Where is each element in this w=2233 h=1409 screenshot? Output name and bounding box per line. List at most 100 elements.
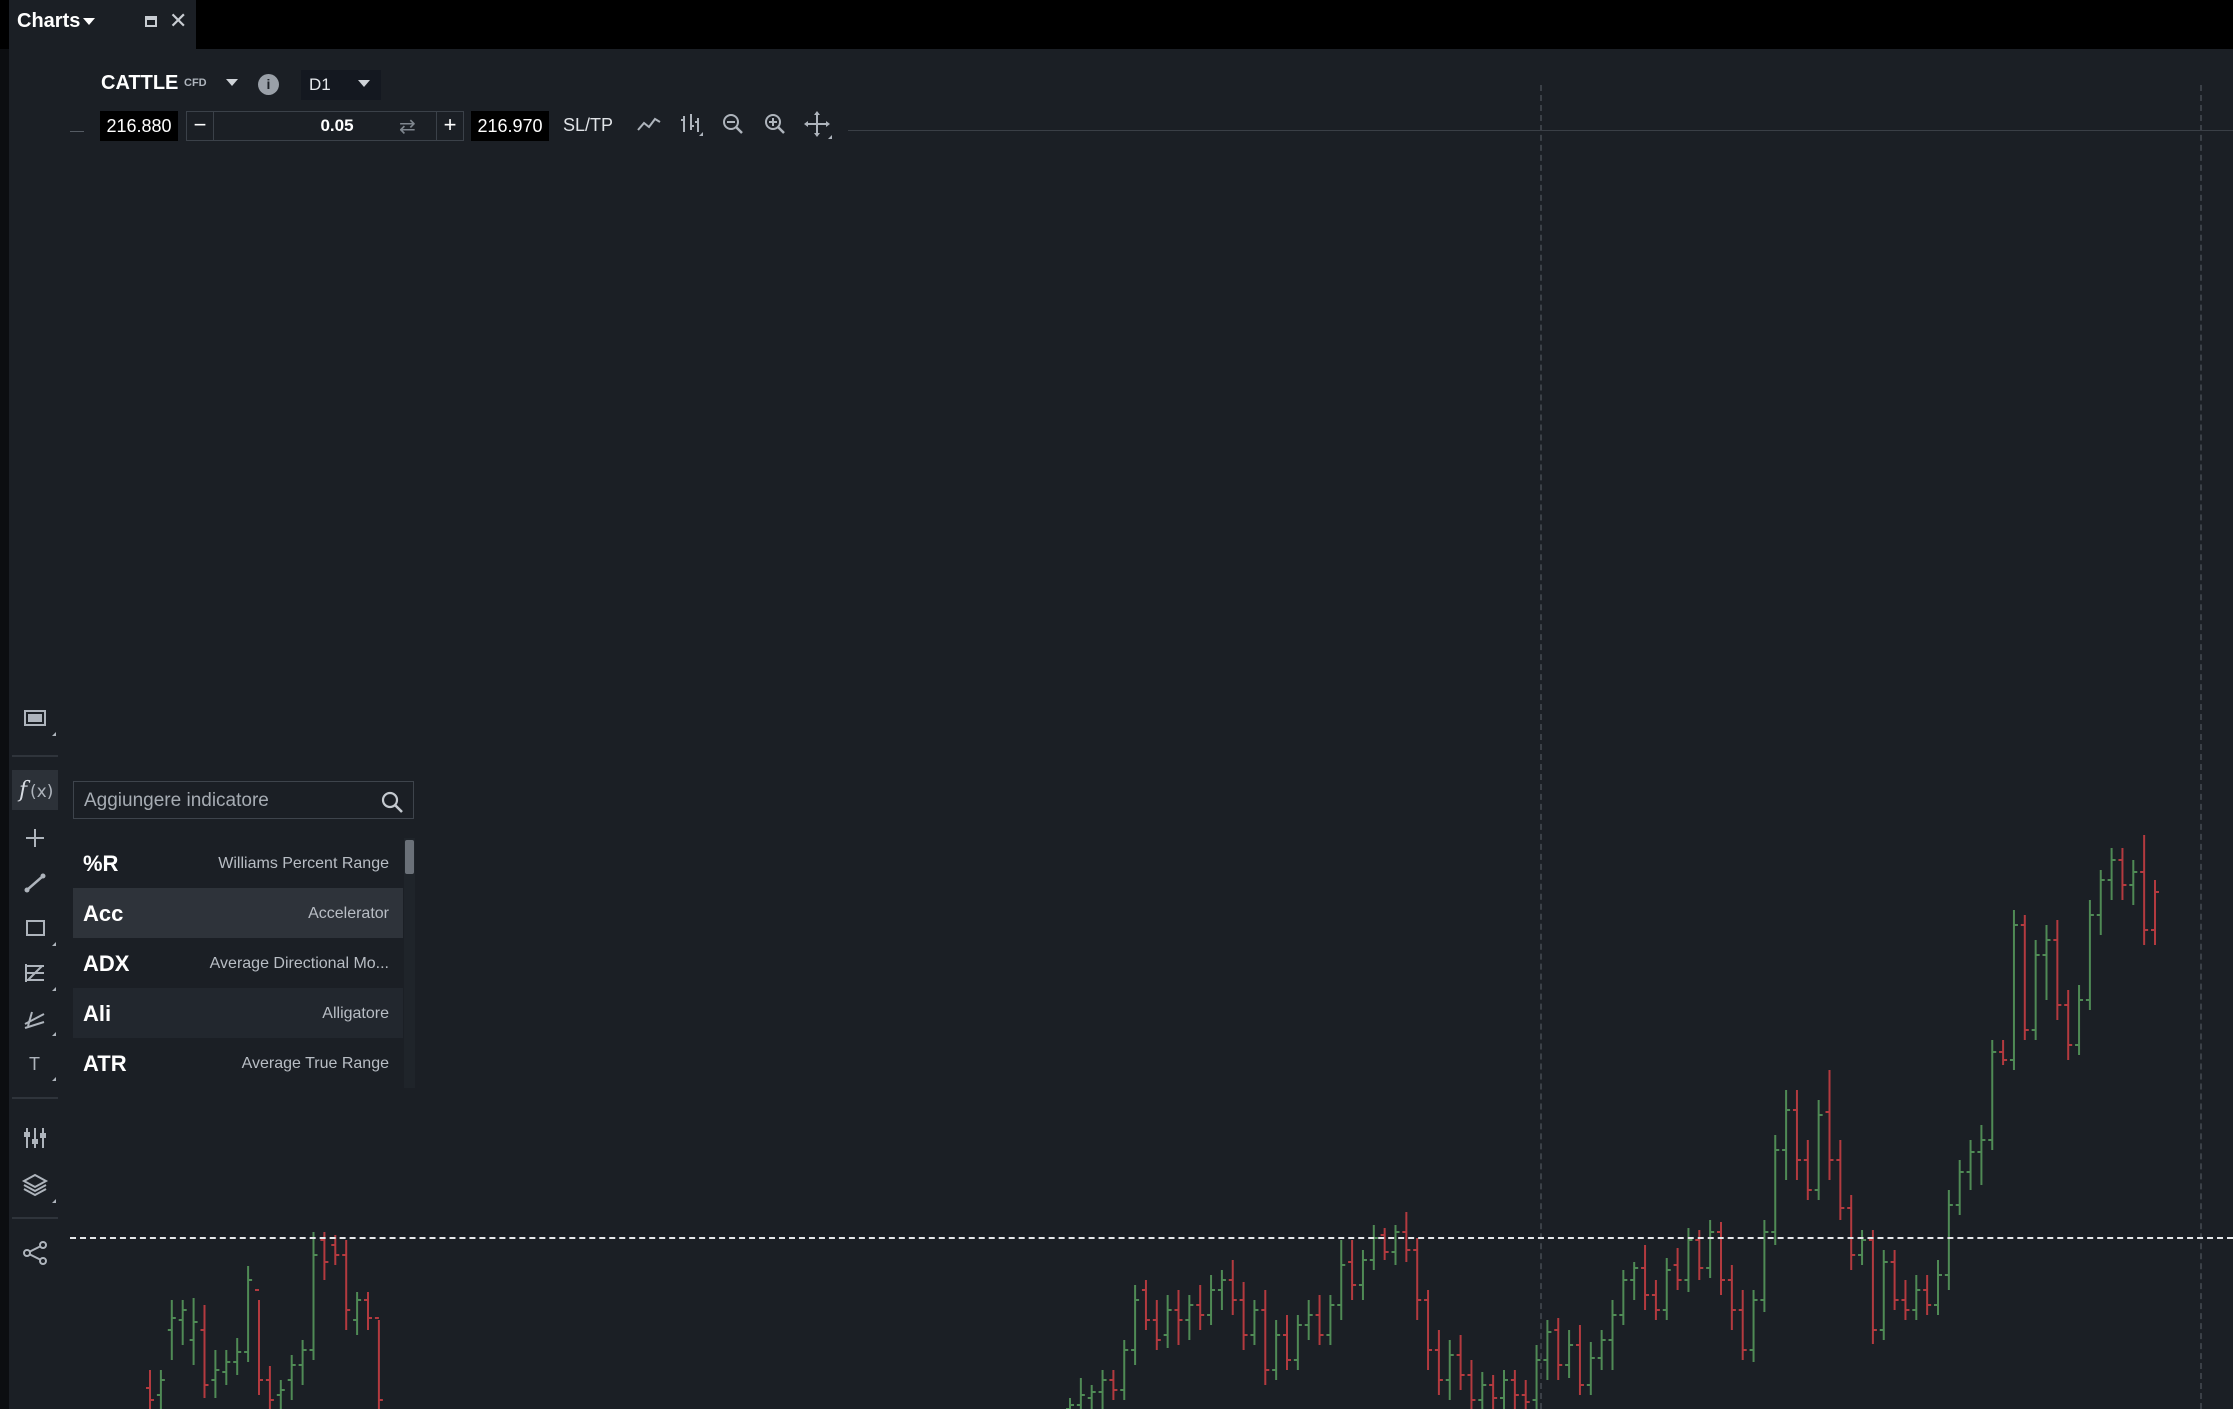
- layers-icon[interactable]: [12, 1165, 58, 1205]
- ohlc-bar: [1782, 1090, 1791, 1180]
- ohlc-bar: [1803, 1140, 1812, 1200]
- ohlc-bar: [2118, 848, 2127, 900]
- ohlc-bar: [1315, 1295, 1324, 1345]
- ohlc-bar: [1098, 1370, 1107, 1409]
- ohlc-bar: [1109, 1370, 1118, 1400]
- scrollbar-thumb[interactable]: [405, 840, 414, 874]
- screen-icon[interactable]: [12, 698, 58, 738]
- ohlc-bar: [1185, 1295, 1194, 1340]
- ohlc-bar: [167, 1300, 176, 1360]
- indicator-name: Alligatore: [322, 1005, 389, 1022]
- indicator-item[interactable]: Acc Accelerator: [73, 888, 403, 938]
- search-icon[interactable]: [379, 789, 405, 815]
- ohlc-bar: [1673, 1248, 1682, 1290]
- instrument-dropdown-chevron-down-icon[interactable]: [226, 79, 238, 86]
- line-chart-icon[interactable]: [633, 108, 665, 140]
- sell-price-button[interactable]: 216.880: [100, 111, 178, 141]
- info-icon[interactable]: i: [258, 74, 279, 95]
- ohlc-bar: [1999, 1040, 2008, 1065]
- sltp-button[interactable]: SL/TP: [563, 115, 613, 136]
- timeframe-chevron-down-icon[interactable]: [358, 80, 370, 87]
- indicator-name: Williams Percent Range: [218, 855, 389, 872]
- ohlc-bar: [2042, 925, 2051, 1000]
- timeframe-value: D1: [309, 75, 331, 94]
- ohlc-bar: [1901, 1280, 1910, 1320]
- price-chart[interactable]: [0, 0, 2233, 1409]
- ohlc-bar: [1087, 1385, 1096, 1409]
- rectangle-icon[interactable]: [12, 908, 58, 948]
- indicator-code: Acc: [83, 901, 124, 926]
- ohlc-bar: [342, 1240, 351, 1330]
- ohlc-bar: [1944, 1190, 1953, 1290]
- ohlc-bar: [1706, 1220, 1715, 1278]
- ohlc-bar: [1120, 1340, 1129, 1400]
- ohlc-bar: [1760, 1220, 1769, 1312]
- ohlc-bar: [2096, 870, 2105, 935]
- indicator-scrollbar[interactable]: [404, 838, 415, 1088]
- ohlc-bar: [1923, 1275, 1932, 1315]
- ohlc-bar: [1717, 1222, 1725, 1295]
- fibonacci-icon[interactable]: [12, 953, 58, 993]
- share-icon[interactable]: [12, 1233, 58, 1273]
- indicators-settings-icon[interactable]: [12, 1118, 58, 1158]
- ohlc-bar: [2009, 910, 2018, 1070]
- ohlc-bar: [1749, 1290, 1758, 1362]
- ohlc-bar: [1207, 1275, 1216, 1325]
- zoom-in-icon[interactable]: [759, 108, 791, 140]
- ohlc-bar: [1261, 1290, 1270, 1385]
- svg-text:T: T: [29, 1054, 40, 1074]
- lot-size-value[interactable]: 0.05: [277, 116, 397, 136]
- crosshair-move-icon[interactable]: [801, 108, 833, 140]
- channel-icon[interactable]: [12, 998, 58, 1038]
- line-draw-icon[interactable]: [12, 863, 58, 903]
- ohlc-bar: [1858, 1230, 1867, 1265]
- indicator-item[interactable]: Ali Alligatore: [73, 988, 403, 1038]
- bar-chart-icon[interactable]: [675, 108, 707, 140]
- ohlc-bar: [255, 1289, 263, 1395]
- increase-lot-button[interactable]: +: [436, 112, 463, 140]
- ohlc-bar: [1131, 1285, 1140, 1365]
- ohlc-bar: [2053, 920, 2062, 1020]
- decrease-lot-button[interactable]: −: [187, 112, 214, 140]
- instrument-type: CFD: [184, 77, 207, 89]
- ohlc-bar: [298, 1340, 307, 1385]
- ohlc-bar: [1174, 1290, 1183, 1345]
- ohlc-bar: [2020, 915, 2029, 1040]
- ohlc-bar: [1934, 1260, 1942, 1315]
- text-icon[interactable]: T: [12, 1043, 58, 1083]
- indicator-item[interactable]: ADX Average Directional Mo...: [73, 938, 403, 988]
- indicator-search[interactable]: [73, 781, 414, 819]
- ohlc-bar: [1467, 1360, 1476, 1409]
- ohlc-bar: [1575, 1325, 1584, 1395]
- swap-icon[interactable]: ⇄: [399, 114, 416, 139]
- zoom-out-icon[interactable]: [717, 108, 749, 140]
- fx-icon[interactable]: f (x): [12, 770, 58, 810]
- ohlc-bar: [364, 1292, 372, 1330]
- ohlc-bar: [1489, 1375, 1498, 1409]
- indicator-item[interactable]: %R Williams Percent Range: [73, 838, 403, 888]
- crosshair-icon[interactable]: [12, 818, 58, 858]
- ohlc-bar: [1358, 1250, 1367, 1300]
- ohlc-bar: [1304, 1300, 1313, 1340]
- ohlc-bar: [1814, 1100, 1823, 1200]
- ohlc-bar: [1228, 1260, 1237, 1315]
- instrument-symbol[interactable]: CATTLE: [101, 72, 178, 95]
- buy-price-button[interactable]: 216.970: [471, 111, 549, 141]
- ohlc-bar: [2064, 990, 2073, 1060]
- ohlc-bar: [1738, 1290, 1747, 1360]
- ohlc-bar: [1250, 1300, 1259, 1345]
- ohlc-bar: [1217, 1270, 1226, 1310]
- ohlc-bar: [1630, 1262, 1639, 1300]
- ohlc-bar: [233, 1338, 242, 1375]
- ohlc-bar: [1966, 1140, 1975, 1190]
- ohlc-bar: [1141, 1280, 1150, 1330]
- indicator-search-input[interactable]: [82, 786, 376, 816]
- ohlc-bar: [1988, 1040, 1997, 1150]
- lot-size-stepper[interactable]: − 0.05 ⇄ +: [186, 111, 464, 141]
- ohlc-bar: [156, 1370, 165, 1409]
- ohlc-bar: [1326, 1295, 1335, 1345]
- ohlc-bar: [1445, 1340, 1454, 1400]
- indicator-item[interactable]: ATR Average True Range: [73, 1038, 403, 1088]
- ohlc-bar: [1977, 1125, 1986, 1185]
- ohlc-bar: [1825, 1070, 1834, 1180]
